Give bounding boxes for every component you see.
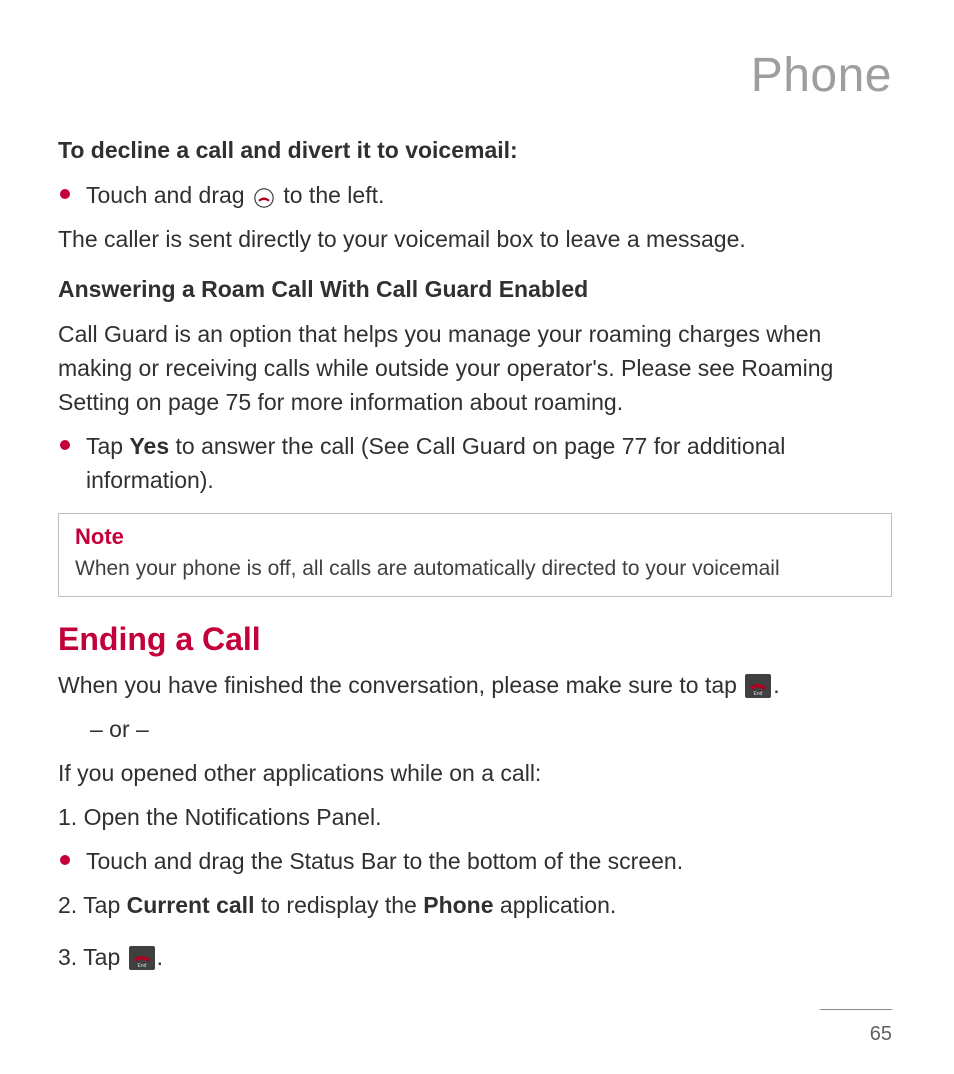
- text-when-finished: When you have finished the conversation,…: [58, 668, 892, 702]
- text-touch-drag-pre: Touch and drag: [86, 182, 245, 208]
- svg-text:End: End: [137, 963, 146, 969]
- text-tap-yes-bold: Yes: [129, 433, 169, 459]
- end-call-icon-2: End: [129, 945, 155, 969]
- note-body: When your phone is off, all calls are au…: [75, 554, 875, 583]
- note-title: Note: [75, 524, 875, 550]
- step2-post: application.: [494, 892, 617, 918]
- step2-bold1: Current call: [127, 892, 255, 918]
- roam-bullet-list: Tap Yes to answer the call (See Call Gua…: [58, 429, 892, 497]
- text-touch-drag-post: to the left.: [283, 182, 384, 208]
- step-3-number: 3.: [58, 944, 83, 970]
- text-when-finished-pre: When you have finished the conversation,…: [58, 672, 743, 698]
- step3-pre: Tap: [83, 944, 126, 970]
- step-1: 1. Open the Notifications Panel.: [58, 800, 892, 834]
- step-3: 3. Tap End .: [58, 940, 892, 974]
- svg-text:End: End: [754, 691, 763, 697]
- step3-post: .: [157, 944, 163, 970]
- page-container: Phone To decline a call and divert it to…: [0, 0, 954, 1074]
- decline-bullet-list: Touch and drag to the left.: [58, 178, 892, 212]
- roam-bullet-item: Tap Yes to answer the call (See Call Gua…: [58, 429, 892, 497]
- text-tap-yes-post: to answer the call (See Call Guard on pa…: [86, 433, 785, 493]
- text-or: – or –: [58, 712, 892, 746]
- step2-bold2: Phone: [423, 892, 493, 918]
- end-call-icon: End: [745, 673, 771, 697]
- step-1-text: Open the Notifications Panel.: [84, 804, 382, 830]
- text-if-opened-apps: If you opened other applications while o…: [58, 756, 892, 790]
- heading-ending-call: Ending a Call: [58, 621, 892, 658]
- heading-decline-voicemail: To decline a call and divert it to voice…: [58, 135, 892, 166]
- decline-bullet-item: Touch and drag to the left.: [58, 178, 892, 212]
- footer-rule: [820, 1009, 892, 1010]
- step1-bullet-item: Touch and drag the Status Bar to the bot…: [58, 844, 892, 878]
- note-box: Note When your phone is off, all calls a…: [58, 513, 892, 596]
- step1-bullet-list: Touch and drag the Status Bar to the bot…: [58, 844, 892, 878]
- text-when-finished-post: .: [773, 672, 779, 698]
- page-number: 65: [870, 1023, 892, 1046]
- text-tap-yes-pre: Tap: [86, 433, 129, 459]
- app-title: Phone: [58, 48, 892, 103]
- heading-roam-call-guard: Answering a Roam Call With Call Guard En…: [58, 274, 892, 305]
- decline-call-icon: [253, 184, 275, 206]
- step-1-number: 1.: [58, 804, 84, 830]
- step-2-number: 2.: [58, 892, 83, 918]
- step2-pre: Tap: [83, 892, 126, 918]
- text-call-guard-desc: Call Guard is an option that helps you m…: [58, 317, 892, 419]
- text-caller-sent: The caller is sent directly to your voic…: [58, 222, 892, 256]
- step2-mid: to redisplay the: [254, 892, 423, 918]
- step-2: 2. Tap Current call to redisplay the Pho…: [58, 888, 892, 922]
